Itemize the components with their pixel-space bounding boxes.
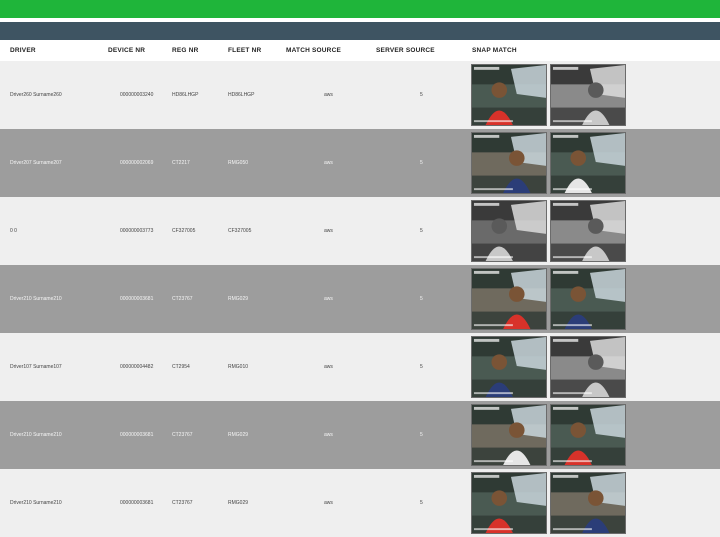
driver-cell: Driver210 Surname210 xyxy=(10,500,62,506)
reg-nr-cell: CT23767 xyxy=(172,432,193,438)
driver-cell: Driver210 Surname210 xyxy=(10,432,62,438)
table-row[interactable]: Driver260 Surname260 000000003240 HD86LHGP… xyxy=(0,61,720,129)
reg-nr-cell: CF327005 xyxy=(172,228,196,234)
table-row[interactable]: Driver210 Surname210 000000003681 CT23767 R… xyxy=(0,469,720,537)
driver-cell: Driver260 Surname260 xyxy=(10,92,62,98)
snap-image-primary[interactable] xyxy=(471,200,547,262)
table-row[interactable]: 0 0 000000003773 CF327005 CF327005 aws 5 xyxy=(0,197,720,265)
fleet-nr-cell: RMG010 xyxy=(228,364,249,370)
header-match-source[interactable]: MATCH SOURCE xyxy=(286,47,341,54)
match-source-cell: aws xyxy=(324,432,333,438)
table-row[interactable]: Driver210 Surname210 000000003681 CT23767 R… xyxy=(0,265,720,333)
reg-nr-cell: HD86LHGP xyxy=(172,92,199,98)
snap-image-primary[interactable] xyxy=(471,404,547,466)
match-source-cell: aws xyxy=(324,228,333,234)
header-reg-nr[interactable]: REG NR xyxy=(172,47,198,54)
device-nr-cell: 000000003681 xyxy=(120,296,154,302)
fleet-nr-cell: RMG050 xyxy=(228,160,249,166)
server-source-cell: 5 xyxy=(420,228,423,234)
reg-nr-cell: CT23767 xyxy=(172,500,193,506)
fleet-nr-cell: RMG029 xyxy=(228,500,249,506)
snap-image-secondary[interactable] xyxy=(550,472,626,534)
snap-image-primary[interactable] xyxy=(471,132,547,194)
match-source-cell: aws xyxy=(324,364,333,370)
server-source-cell: 5 xyxy=(420,364,423,370)
server-source-cell: 5 xyxy=(420,92,423,98)
device-nr-cell: 000000003773 xyxy=(120,228,154,234)
snap-image-primary[interactable] xyxy=(471,268,547,330)
top-accent-bar xyxy=(0,0,720,18)
header-device-nr[interactable]: DEVICE NR xyxy=(108,47,145,54)
fleet-nr-cell: RMG029 xyxy=(228,296,249,302)
snap-image-secondary[interactable] xyxy=(550,200,626,262)
header-snap-match[interactable]: SNAP MATCH xyxy=(472,47,517,54)
table-header: DRIVER DEVICE NR REG NR FLEET NR MATCH S… xyxy=(0,41,720,62)
snap-image-secondary[interactable] xyxy=(550,404,626,466)
reg-nr-cell: CT2954 xyxy=(172,364,190,370)
driver-cell: Driver210 Surname210 xyxy=(10,296,62,302)
driver-cell: Driver107 Surname107 xyxy=(10,364,62,370)
device-nr-cell: 000000003681 xyxy=(120,500,154,506)
snap-image-primary[interactable] xyxy=(471,64,547,126)
device-nr-cell: 000000003681 xyxy=(120,432,154,438)
fleet-nr-cell: HD86LHGP xyxy=(228,92,255,98)
snap-image-secondary[interactable] xyxy=(550,64,626,126)
device-nr-cell: 000000003240 xyxy=(120,92,154,98)
match-source-cell: aws xyxy=(324,296,333,302)
header-fleet-nr[interactable]: FLEET NR xyxy=(228,47,261,54)
table-row[interactable]: Driver207 Surname207 000000002069 CT2217 RM… xyxy=(0,129,720,197)
server-source-cell: 5 xyxy=(420,432,423,438)
server-source-cell: 5 xyxy=(420,160,423,166)
table-row[interactable]: Driver107 Surname107 000000004482 CT2954 RM… xyxy=(0,333,720,401)
header-driver[interactable]: DRIVER xyxy=(10,47,36,54)
match-source-cell: aws xyxy=(324,160,333,166)
snap-image-primary[interactable] xyxy=(471,472,547,534)
fleet-nr-cell: RMG029 xyxy=(228,432,249,438)
snap-image-secondary[interactable] xyxy=(550,268,626,330)
match-source-cell: aws xyxy=(324,92,333,98)
server-source-cell: 5 xyxy=(420,500,423,506)
match-source-cell: aws xyxy=(324,500,333,506)
device-nr-cell: 000000002069 xyxy=(120,160,154,166)
server-source-cell: 5 xyxy=(420,296,423,302)
nav-bar xyxy=(0,22,720,40)
snap-image-secondary[interactable] xyxy=(550,336,626,398)
fleet-nr-cell: CF327005 xyxy=(228,228,252,234)
reg-nr-cell: CT23767 xyxy=(172,296,193,302)
snap-image-primary[interactable] xyxy=(471,336,547,398)
device-nr-cell: 000000004482 xyxy=(120,364,154,370)
table-row[interactable]: Driver210 Surname210 000000003681 CT23767 R… xyxy=(0,401,720,469)
header-server-source[interactable]: SERVER SOURCE xyxy=(376,47,435,54)
driver-cell: 0 0 xyxy=(10,228,17,234)
driver-cell: Driver207 Surname207 xyxy=(10,160,62,166)
reg-nr-cell: CT2217 xyxy=(172,160,190,166)
snap-image-secondary[interactable] xyxy=(550,132,626,194)
